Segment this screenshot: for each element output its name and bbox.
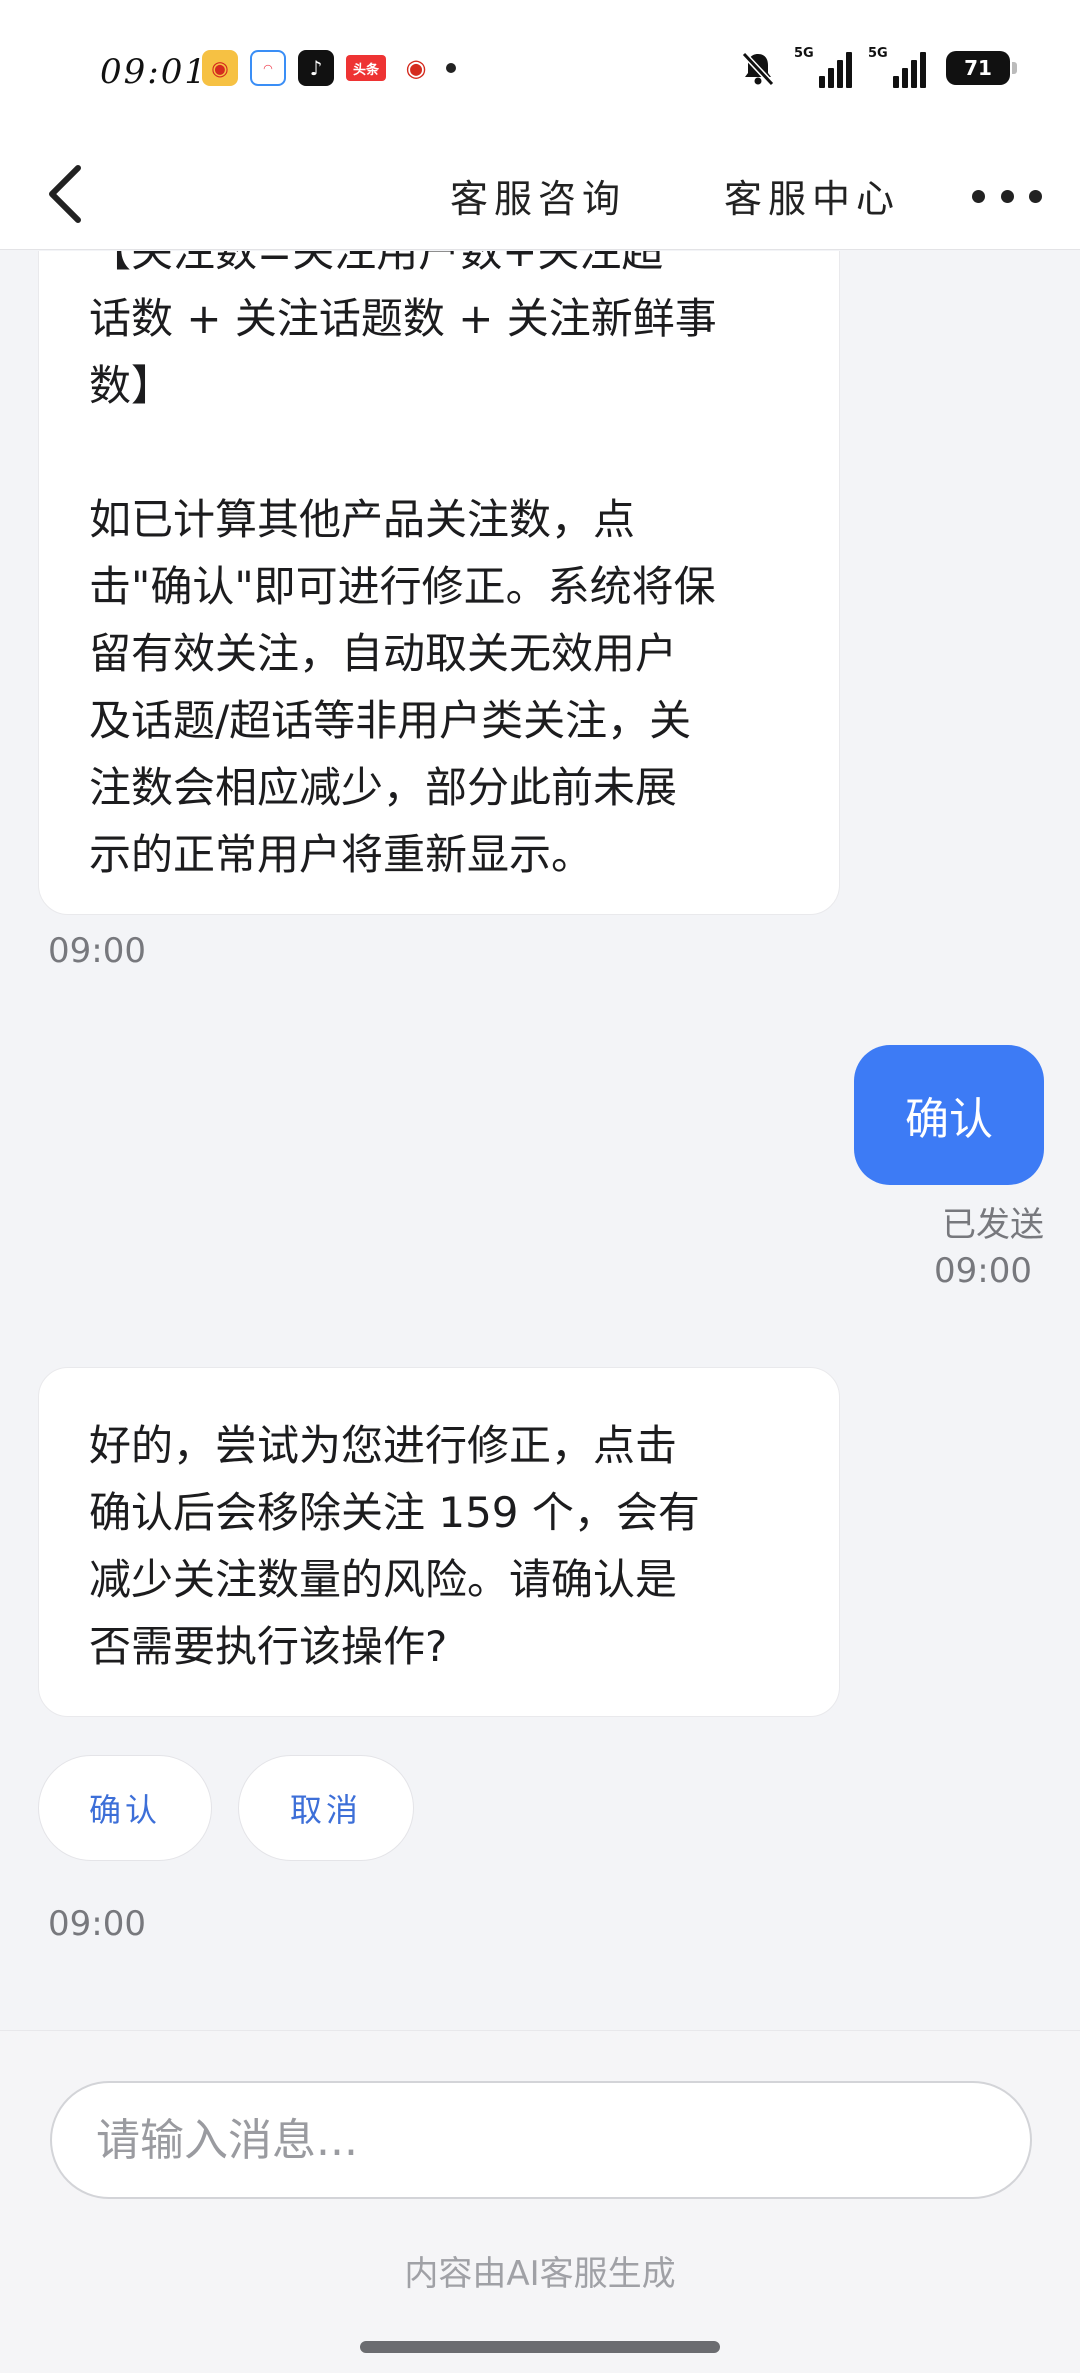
more-dot-icon [972,189,985,203]
message-text: 好的，尝试为您进行修正，点击 确认后会移除关注 159 个，会有 减少关注数量的… [89,1421,700,1671]
weibo-icon: ◉ [405,54,427,82]
chat-thread[interactable]: 【关注数=关注用户数+关注超 话数 + 关注话题数 + 关注新鲜事 数】 如已计… [0,251,1080,2030]
message-composer: 内容由AI客服生成 [0,2030,1080,2373]
network-type-label: 5G [794,46,814,61]
home-indicator[interactable] [360,2341,720,2353]
more-dot-icon [1029,189,1042,203]
more-options-button[interactable] [972,176,1042,216]
ai-generated-note: 内容由AI客服生成 [404,2254,676,2294]
tab-customer-consult[interactable]: 客服咨询 [450,160,626,230]
tab-customer-center[interactable]: 客服中心 [724,160,900,230]
message-text: 话数 + 关注话题数 + 关注新鲜事 数】 [89,294,717,410]
battery-icon: 71 [946,51,1017,85]
chevron-left-icon [49,165,81,223]
more-notifications-dot-icon [446,63,456,73]
signal-5g-icon: 5G [794,46,852,88]
bell-muted-icon [741,51,775,87]
message-timestamp: 09:00 [48,1904,146,1944]
nav-bar: 客服咨询 客服中心 [0,140,1080,250]
notification-app-icons: ◉ ◠ ♪ 头条 ◉ [202,50,456,86]
message-input[interactable] [50,2081,1032,2199]
system-icons: 5G 5G 71 [738,46,1017,88]
game-center-icon: ◠ [250,50,286,86]
outgoing-message-bubble: 确认 [854,1045,1044,1185]
message-text: 如已计算其他产品关注数，点 击"确认"即可进行修正。系统将保 留有效关注，自动取… [89,495,716,879]
network-type-label: 5G [868,46,888,61]
weibo-icon: ◉ [202,50,238,86]
status-bar: 09:01 ◉ ◠ ♪ 头条 ◉ 5G 5G 71 [0,0,1080,140]
signal-5g-icon: 5G [868,46,926,88]
more-dot-icon [1000,189,1014,203]
battery-level: 71 [964,56,992,80]
message-timestamp: 09:00 [934,1251,1032,1291]
message-timestamp: 09:00 [48,931,146,971]
toutiao-icon: 头条 [346,55,386,81]
back-button[interactable] [26,154,106,234]
tiktok-icon: ♪ [298,50,334,86]
message-text-partial: 【关注数=关注用户数+关注超 [89,251,664,276]
incoming-message-bubble: 【关注数=关注用户数+关注超 话数 + 关注话题数 + 关注新鲜事 数】 如已计… [38,251,840,915]
sent-status: 已发送 [942,1205,1044,1245]
quick-reply-cancel-button[interactable]: 取消 [238,1755,414,1861]
incoming-message-bubble: 好的，尝试为您进行修正，点击 确认后会移除关注 159 个，会有 减少关注数量的… [38,1367,840,1717]
status-time: 09:01 [100,52,208,92]
quick-reply-confirm-button[interactable]: 确认 [38,1755,212,1861]
